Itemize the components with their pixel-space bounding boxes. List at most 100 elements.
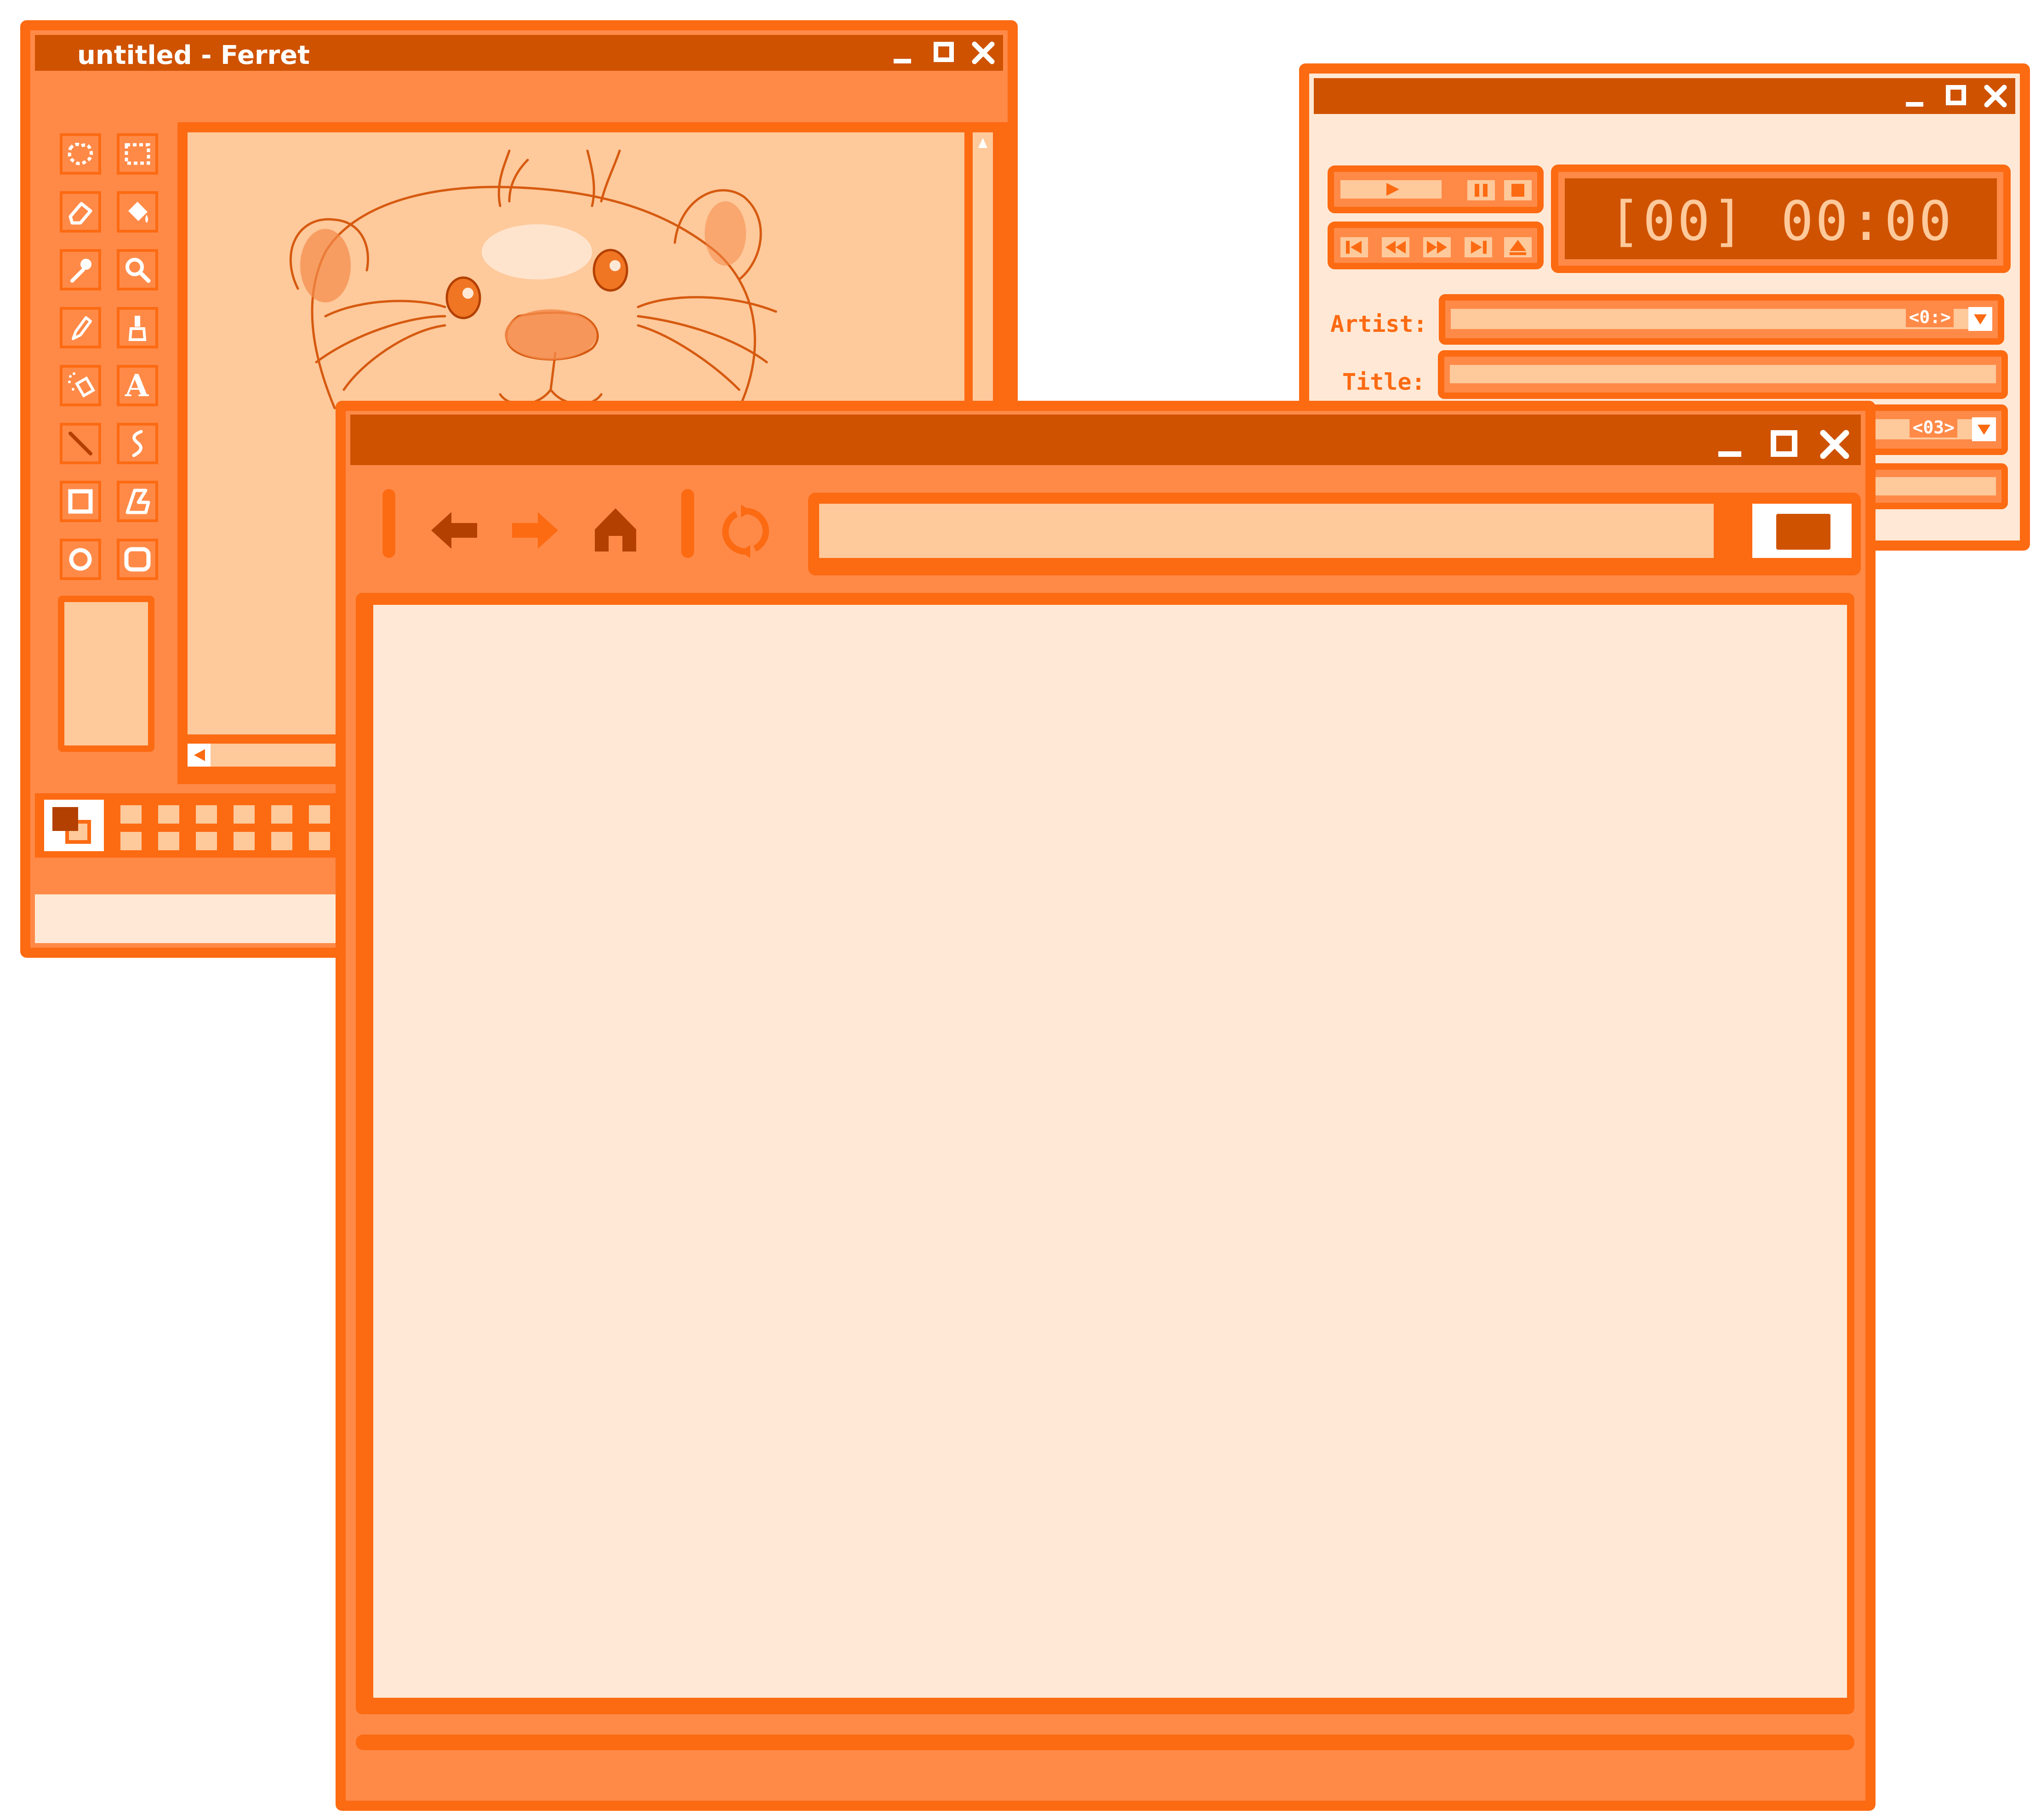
free-select-icon [68,142,93,165]
artist-label: Artist: [1330,311,1427,337]
close-icon [1820,430,1849,459]
eraser-tool[interactable] [60,191,101,233]
eject-icon[interactable] [1504,237,1532,257]
album-counter: <03> [1910,417,1957,438]
magnifier-icon [125,258,151,283]
airbrush-tool[interactable] [60,365,101,406]
back-arrow-icon[interactable] [427,507,482,553]
color-swatch[interactable] [120,832,142,850]
maximize-button[interactable] [1943,83,1969,109]
curve-tool[interactable] [117,423,158,464]
go-button[interactable] [1752,504,1852,558]
paint-window-title: untitled - Ferret [77,40,310,70]
toolbar-separator [681,489,694,558]
foreground-color-swatch[interactable] [52,807,78,831]
polygon-tool[interactable] [117,481,158,522]
maximize-button[interactable] [930,40,957,66]
polygon-icon [125,489,150,514]
address-bar-frame [808,493,1861,575]
maximize-button[interactable] [1768,428,1800,461]
text-icon: A [125,368,149,404]
maximize-icon [1771,430,1797,457]
rewind-icon[interactable] [1382,237,1409,257]
color-swatch[interactable] [271,832,292,850]
color-swatch[interactable] [234,832,255,850]
rectangle-icon [68,489,93,514]
minimize-button[interactable] [1714,428,1746,461]
artist-dropdown-icon[interactable] [1968,307,1992,331]
minimize-button[interactable] [1901,83,1928,109]
page-content[interactable] [373,605,1847,1698]
maximize-icon [1946,85,1966,105]
eyedropper-icon [70,259,91,283]
page-viewport-frame [356,593,1854,1714]
play-icon [1386,183,1399,196]
pencil-tool[interactable] [60,307,101,348]
eyedropper-tool[interactable] [60,249,101,290]
ellipse-tool[interactable] [60,539,101,580]
minimize-icon [1718,451,1741,457]
close-button[interactable] [1982,83,2009,109]
curve-icon [132,430,143,457]
free-select-tool[interactable] [60,133,101,175]
toolbar-separator [382,489,395,558]
magnifier-tool[interactable] [117,249,158,290]
color-swatch[interactable] [309,805,330,824]
color-swatch[interactable] [196,805,217,824]
brush-tool[interactable] [117,307,158,348]
transport-row-2 [1328,222,1544,269]
color-swatch[interactable] [234,805,255,824]
text-tool[interactable]: A [117,365,158,406]
time-display: [00] 00:00 [1551,165,2011,273]
time-display-text: [00] 00:00 [1608,189,1954,253]
close-icon [972,41,995,64]
go-icon [1776,514,1830,550]
media-titlebar[interactable] [1314,78,2015,114]
line-icon [68,432,92,455]
forward-arrow-icon[interactable] [507,507,563,553]
color-swatch[interactable] [158,832,179,850]
rounded-rect-icon [124,547,151,572]
previous-track-icon[interactable] [1340,237,1368,257]
rounded-rect-tool[interactable] [117,539,158,580]
line-tool[interactable] [60,423,101,464]
browser-toolbar [346,475,1865,575]
eraser-icon [68,202,92,225]
rect-select-tool[interactable] [117,133,158,175]
address-input[interactable] [819,504,1714,558]
next-track-icon[interactable] [1465,237,1492,257]
close-button[interactable] [1819,428,1851,461]
transport-row-1 [1328,165,1544,213]
fast-forward-icon[interactable] [1423,237,1451,257]
artist-field[interactable]: <0:> [1439,294,2004,345]
scroll-up-icon [978,138,987,148]
airbrush-icon [68,372,95,398]
pencil-icon [72,316,92,340]
browser-titlebar[interactable] [350,415,1861,465]
home-icon[interactable] [590,504,641,554]
ellipse-icon [69,548,92,571]
close-button[interactable] [970,40,997,66]
seek-bar[interactable] [1340,180,1442,199]
color-swatch[interactable] [196,832,217,850]
color-swatch[interactable] [158,805,179,824]
brush-icon [128,316,147,341]
close-icon [1984,85,2007,108]
album-dropdown-icon[interactable] [1972,417,1996,441]
browser-status-bar [356,1735,1854,1750]
pause-icon[interactable] [1467,180,1495,200]
rect-select-icon [125,143,150,165]
minimize-icon [1906,102,1923,107]
title-field[interactable] [1438,350,2008,399]
color-swatch[interactable] [271,805,292,824]
refresh-icon[interactable] [718,504,773,559]
color-swatch[interactable] [309,832,330,850]
rectangle-tool[interactable] [60,481,101,522]
current-colors[interactable] [44,800,104,851]
minimize-icon [894,59,911,63]
paint-titlebar[interactable]: untitled - Ferret [35,35,1003,71]
color-swatch[interactable] [120,805,142,824]
minimize-button[interactable] [889,40,916,66]
stop-icon[interactable] [1504,180,1532,200]
fill-bucket-tool[interactable] [117,191,158,233]
